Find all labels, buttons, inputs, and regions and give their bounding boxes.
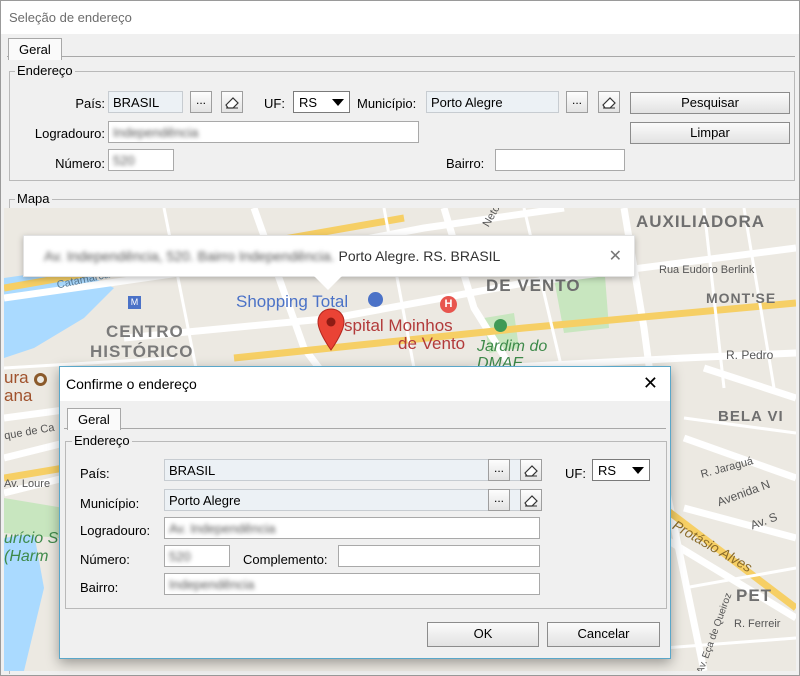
dialog-bairro-field[interactable]: Independência [164,573,540,595]
confirm-address-dialog: Confirme o endereço ✕ Geral Endereço Paí… [59,366,671,659]
map-label-pet: PET [736,586,773,605]
dialog-logradouro-field[interactable]: Av. Independência [164,517,540,539]
uf-combobox[interactable]: RS [293,91,350,113]
uf-label: UF: [264,96,285,111]
shopping-icon [368,292,383,307]
dialog-numero-field[interactable]: 520 [164,545,230,567]
dialog-municipio-clear-button[interactable] [520,489,542,511]
map-pin-icon[interactable] [316,308,346,352]
numero-value: 520 [113,153,135,168]
map-label-hospital: spital Moinhos [344,316,453,335]
pais-label: País: [75,96,105,111]
municipio-field[interactable]: Porto Alegre [426,91,559,113]
dialog-municipio-label: Município: [80,496,140,511]
tab-geral[interactable]: Geral [8,38,62,60]
window-title: Seleção de endereço [9,10,132,25]
dialog-uf-label: UF: [565,466,586,481]
numero-field[interactable]: 520 [108,149,174,171]
chevron-down-icon [332,99,344,106]
map-label-ana: ana [4,386,33,405]
dialog-pais-label: País: [80,466,110,481]
dialog-tab-line [64,428,666,429]
eraser-icon [602,97,616,109]
map-label-centro: CENTRO [106,322,184,341]
eraser-icon [524,465,538,477]
dialog-titlebar: Confirme o endereço ✕ [60,367,670,401]
popup-close-icon[interactable]: ✕ [609,246,622,266]
dialog-bairro-label: Bairro: [80,580,119,595]
map-label-mont-se: MONT'SE [706,290,777,306]
dialog-bairro-value: Independência [169,577,255,592]
endereco-legend: Endereço [15,63,75,78]
bairro-label: Bairro: [446,156,485,171]
municipio-label: Município: [357,96,417,111]
cancelar-button[interactable]: Cancelar [547,622,660,647]
map-label-ura: ura [4,368,29,387]
bairro-field[interactable] [495,149,625,171]
dialog-numero-value: 520 [169,549,191,564]
dialog-numero-label: Número: [80,552,130,567]
map-label-hospital-2: de Vento [398,334,466,353]
dialog-municipio-field[interactable]: Porto Alegre [164,489,540,511]
dialog-tab-geral[interactable]: Geral [67,408,121,430]
pais-field[interactable]: BRASIL [108,91,183,113]
limpar-button[interactable]: Limpar [630,122,790,144]
dialog-logradouro-label: Logradouro: [80,523,151,538]
logradouro-field[interactable]: Independência [108,121,419,143]
hospital-icon: H [440,296,457,313]
dialog-endereco-legend: Endereço [72,433,132,448]
map-label-bela-vi: BELA VI [718,408,784,425]
dialog-pais-clear-button[interactable] [520,459,542,481]
dialog-uf-combobox[interactable]: RS [592,459,650,481]
map-label-av-loure: Av. Loure [4,478,51,490]
municipio-ellipsis-button[interactable]: ... [566,91,588,113]
municipio-clear-button[interactable] [598,91,620,113]
map-label-harm: (Harm [4,548,49,565]
map-label-auxiliadora: AUXILIADORA [636,212,766,231]
map-info-popup: Av. Independência, 520. Bairro Independê… [23,235,635,290]
pesquisar-button[interactable]: Pesquisar [630,92,790,114]
pais-ellipsis-button[interactable]: ... [190,91,212,113]
dialog-logradouro-value: Av. Independência [169,521,276,536]
dialog-complemento-label: Complemento: [243,552,328,567]
popup-address-text: Porto Alegre. RS. BRASIL [338,248,501,264]
uf-value: RS [299,95,318,110]
map-label-de-vento: DE VENTO [486,276,581,295]
dialog-complemento-field[interactable] [338,545,540,567]
map-label-jardim: Jardim do [477,338,548,355]
map-label-rua-eudoro: Rua Eudoro Berlink [659,264,755,276]
numero-label: Número: [55,156,105,171]
dialog-municipio-ellipsis-button[interactable]: ... [488,489,510,511]
map-label-uricio: urício S [4,530,59,547]
eraser-icon [524,495,538,507]
pais-clear-button[interactable] [221,91,243,113]
eraser-icon [225,97,239,109]
tab-strip-line [7,56,795,57]
dialog-uf-value: RS [598,463,617,478]
map-label-r-pedro: R. Pedro [726,348,774,362]
map-label-historico: HISTÓRICO [90,342,194,361]
dialog-title: Confirme o endereço [66,376,197,392]
mapa-legend: Mapa [15,191,52,206]
popup-address-blurred: Av. Independência, 520. Bairro Independê… [44,248,335,264]
logradouro-label: Logradouro: [34,126,105,141]
dialog-close-icon[interactable]: ✕ [643,373,658,394]
dialog-pais-field[interactable]: BRASIL [164,459,540,481]
logradouro-value: Independência [113,125,199,140]
park-icon [494,319,507,332]
map-label-r-ferreir: R. Ferreir [734,618,781,630]
ok-button[interactable]: OK [427,622,539,647]
metro-icon: M [128,296,141,309]
window-titlebar: Seleção de endereço [1,1,799,34]
museum-icon [34,373,47,386]
dialog-pais-ellipsis-button[interactable]: ... [488,459,510,481]
chevron-down-icon [632,467,644,474]
